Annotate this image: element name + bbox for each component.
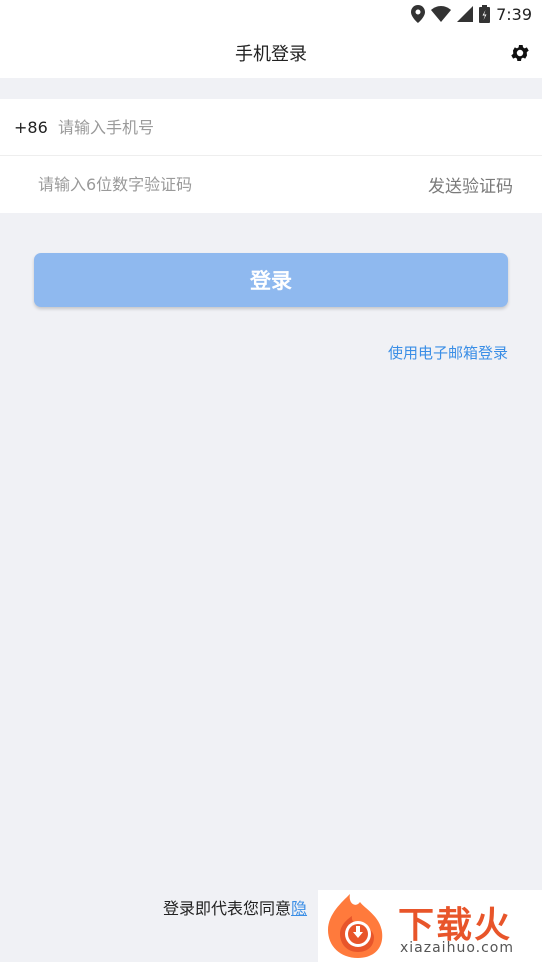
code-row: 发送验证码 xyxy=(0,156,542,213)
location-icon xyxy=(411,5,426,23)
privacy-policy-link[interactable]: 隐 xyxy=(291,899,307,918)
flame-logo-icon xyxy=(328,894,383,958)
country-code[interactable]: +86 xyxy=(14,118,48,137)
app-bar: 手机登录 xyxy=(0,28,542,78)
phone-row: +86 xyxy=(0,99,542,156)
watermark-url: xiazaihuo.com xyxy=(400,940,514,956)
signal-icon xyxy=(457,6,474,22)
agreement-text: 登录即代表您同意隐 xyxy=(163,895,307,919)
login-button[interactable]: 登录 xyxy=(34,253,508,307)
battery-icon xyxy=(479,5,491,23)
agreement-prefix: 登录即代表您同意 xyxy=(163,899,292,918)
status-time: 7:39 xyxy=(496,4,532,24)
login-form: +86 发送验证码 xyxy=(0,99,542,213)
send-code-button[interactable]: 发送验证码 xyxy=(428,172,513,197)
watermark: 下载火 xiazaihuo.com xyxy=(318,890,542,962)
phone-input[interactable] xyxy=(58,107,488,147)
wifi-icon xyxy=(431,6,452,22)
gear-icon xyxy=(511,45,529,61)
status-bar: 7:39 xyxy=(0,0,542,28)
email-login-link[interactable]: 使用电子邮箱登录 xyxy=(388,342,508,363)
verification-code-input[interactable] xyxy=(38,164,368,205)
settings-button[interactable] xyxy=(508,41,532,65)
page-title: 手机登录 xyxy=(235,44,307,65)
